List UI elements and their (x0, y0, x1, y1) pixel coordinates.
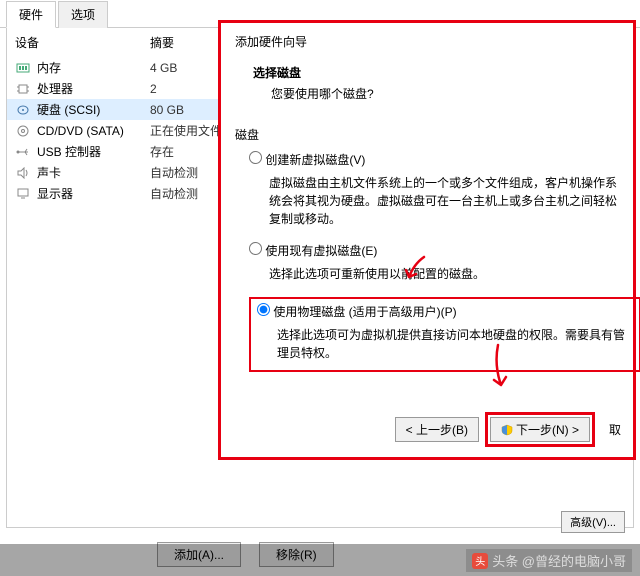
highlight-next: 下一步(N) > (485, 412, 595, 447)
device-summary: 自动检测 (150, 164, 198, 181)
radio-physical-desc: 选择此选项可为虚拟机提供直接访问本地硬盘的权限。需要具有管理员特权。 (277, 326, 633, 362)
radio-create-desc: 虚拟磁盘由主机文件系统上的一个或多个文件组成，客户机操作系统会将其视为硬盘。虚拟… (269, 174, 619, 228)
toutiao-logo-icon: 头 (472, 553, 488, 569)
disk-icon (15, 103, 31, 117)
wizard-question: 您要使用哪个磁盘? (271, 85, 619, 102)
device-summary: 4 GB (150, 61, 177, 75)
device-name: 显示器 (37, 185, 150, 202)
radio-physical[interactable]: 使用物理磁盘 (适用于高级用户)(P) (257, 303, 633, 320)
device-name: 声卡 (37, 164, 150, 181)
memory-icon (15, 61, 31, 75)
wizard-subtitle: 选择磁盘 (253, 64, 619, 81)
radio-existing-input[interactable] (249, 242, 262, 255)
radio-existing[interactable]: 使用现有虚拟磁盘(E) (249, 242, 619, 259)
device-name: CD/DVD (SATA) (37, 124, 150, 138)
radio-create-new[interactable]: 创建新虚拟磁盘(V) (249, 151, 619, 168)
disk-section-label: 磁盘 (235, 126, 619, 143)
add-hardware-wizard: 添加硬件向导 选择磁盘 您要使用哪个磁盘? 磁盘 创建新虚拟磁盘(V) 虚拟磁盘… (218, 20, 636, 460)
device-name: 硬盘 (SCSI) (37, 101, 150, 118)
shield-icon (501, 424, 513, 436)
radio-existing-label: 使用现有虚拟磁盘(E) (265, 244, 377, 258)
next-button[interactable]: 下一步(N) > (490, 417, 590, 442)
cancel-button-partial[interactable]: 取 (607, 418, 623, 441)
tab-options[interactable]: 选项 (58, 1, 108, 28)
back-button[interactable]: < 上一步(B) (395, 417, 479, 442)
cpu-icon (15, 82, 31, 96)
display-icon (15, 187, 31, 201)
next-button-label: 下一步(N) > (516, 421, 579, 438)
radio-create-label: 创建新虚拟磁盘(V) (265, 153, 365, 167)
radio-physical-label: 使用物理磁盘 (适用于高级用户)(P) (273, 305, 456, 319)
watermark-text: 头条 @曾经的电脑小哥 (492, 551, 626, 570)
watermark: 头 头条 @曾经的电脑小哥 (466, 549, 632, 572)
device-name: USB 控制器 (37, 143, 150, 160)
radio-physical-input[interactable] (257, 303, 270, 316)
highlight-physical-option: 使用物理磁盘 (适用于高级用户)(P) 选择此选项可为虚拟机提供直接访问本地硬盘… (249, 297, 640, 372)
device-name: 处理器 (37, 80, 150, 97)
device-name: 内存 (37, 59, 150, 76)
radio-existing-desc: 选择此选项可重新使用以前配置的磁盘。 (269, 265, 619, 283)
wizard-title: 添加硬件向导 (235, 33, 619, 50)
device-summary: 存在 (150, 143, 174, 160)
usb-icon (15, 145, 31, 159)
sound-icon (15, 166, 31, 180)
device-summary: 2 (150, 82, 157, 96)
col-device-header: 设备 (15, 34, 150, 51)
cd-icon (15, 124, 31, 138)
device-summary: 正在使用文件 (150, 122, 222, 139)
device-summary: 80 GB (150, 103, 184, 117)
device-summary: 自动检测 (150, 185, 198, 202)
tab-hardware[interactable]: 硬件 (6, 1, 56, 28)
advanced-button-remnant[interactable]: 高级(V)... (561, 511, 625, 533)
radio-create-input[interactable] (249, 151, 262, 164)
